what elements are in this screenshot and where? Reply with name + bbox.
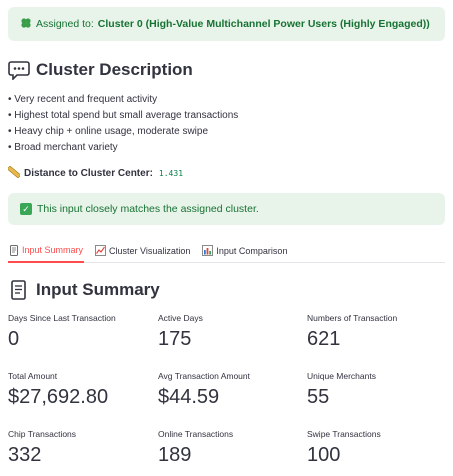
match-message: This input closely matches the assigned …	[37, 203, 259, 215]
assigned-cluster-alert: Assigned to: Cluster 0 (High-Value Multi…	[8, 7, 445, 41]
tab-cluster-visualization[interactable]: Cluster Visualization	[94, 239, 191, 262]
metric-active-days: Active Days 175	[158, 313, 203, 351]
distance-to-center: Distance to Cluster Center: 1.431	[6, 165, 184, 181]
tab-bar: Input Summary Cluster Visualization Inpu…	[8, 239, 445, 263]
metric-numbers-of-transaction: Numbers of Transaction 621	[307, 313, 397, 351]
tab-input-summary[interactable]: Input Summary	[8, 239, 85, 263]
chart-line-icon	[95, 245, 107, 256]
metric-value: 100	[307, 444, 341, 466]
list-item: Broad merchant variety	[8, 140, 238, 156]
metric-value: 55	[307, 386, 330, 408]
cluster-description-title: Cluster Description	[36, 60, 193, 79]
metric-value: $44.59	[158, 386, 220, 408]
metric-label: Days Since Last Transaction	[8, 313, 116, 323]
metric-value: 621	[307, 328, 341, 350]
document-icon	[9, 244, 19, 256]
scroll-icon	[8, 279, 30, 301]
tab-label: Input Comparison	[216, 245, 288, 256]
assigned-prefix: Assigned to:	[36, 18, 94, 30]
check-mark-icon: ✓	[20, 203, 32, 215]
metric-online-transactions: Online Transactions 189	[158, 429, 233, 467]
metric-label: Avg Transaction Amount	[158, 371, 250, 381]
metric-avg-transaction-amount: Avg Transaction Amount $44.59	[158, 371, 250, 409]
ruler-icon	[6, 165, 22, 181]
tab-label: Input Summary	[22, 245, 84, 255]
cluster-description-list: Very recent and frequent activity Highes…	[8, 92, 238, 156]
input-summary-heading: Input Summary	[8, 279, 160, 301]
input-summary-title: Input Summary	[36, 280, 160, 299]
metric-days-since-last-transaction: Days Since Last Transaction 0	[8, 313, 116, 351]
list-item: Heavy chip + online usage, moderate swip…	[8, 124, 238, 140]
metric-value: 332	[8, 444, 42, 466]
metric-label: Chip Transactions	[8, 429, 77, 439]
distance-value: 1.431	[158, 169, 184, 178]
metric-total-amount: Total Amount $27,692.80	[8, 371, 108, 409]
metric-label: Active Days	[158, 313, 203, 323]
metric-label: Online Transactions	[158, 429, 234, 439]
match-success-alert: ✓ This input closely matches the assigne…	[8, 193, 445, 225]
list-item: Highest total spend but small average tr…	[8, 108, 238, 124]
distance-label: Distance to Cluster Center:	[24, 168, 153, 179]
metric-value: 175	[158, 328, 192, 350]
metric-label: Total Amount	[8, 371, 58, 381]
cluster-description-heading: Cluster Description	[8, 59, 193, 81]
metric-chip-transactions: Chip Transactions 332	[8, 429, 76, 467]
metric-value: 189	[158, 444, 192, 466]
tab-label: Cluster Visualization	[109, 245, 191, 256]
bar-chart-icon	[202, 245, 214, 256]
metric-label: Swipe Transactions	[307, 429, 381, 439]
list-item: Very recent and frequent activity	[8, 92, 238, 108]
assigned-cluster-name: Cluster 0 (High-Value Multichannel Power…	[97, 18, 430, 30]
metric-value: $27,692.80	[8, 386, 109, 408]
speech-bubble-icon	[8, 59, 30, 81]
metric-label: Unique Merchants	[307, 371, 376, 381]
tab-input-comparison[interactable]: Input Comparison	[201, 239, 288, 262]
clover-icon	[20, 17, 32, 32]
metric-value: 0	[8, 328, 20, 350]
metric-unique-merchants: Unique Merchants 55	[307, 371, 376, 409]
metric-swipe-transactions: Swipe Transactions 100	[307, 429, 381, 467]
metric-label: Numbers of Transaction	[307, 313, 398, 323]
